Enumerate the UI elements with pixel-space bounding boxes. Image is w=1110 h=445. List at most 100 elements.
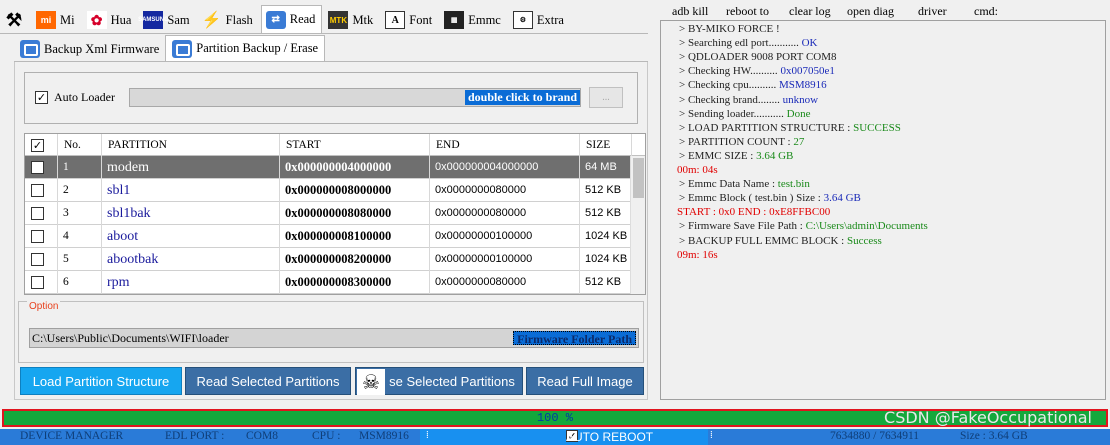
row-checkbox[interactable] (31, 161, 44, 174)
table-row[interactable]: 5 abootbak 0x000000008200000 0x000000001000… (25, 248, 645, 271)
tab-label: Extra (536, 12, 564, 27)
partition-name: sbl1 (102, 179, 280, 202)
table-row[interactable]: 2 sbl1 0x000000008000000 0x0000000080000 512… (25, 179, 645, 202)
loader-select-field[interactable]: double click to brand (129, 88, 581, 107)
tab-mi[interactable]: mi Mi (32, 7, 81, 33)
option-label: Option (27, 301, 61, 312)
driver-button[interactable]: driver (918, 4, 947, 19)
mi-icon: mi (36, 11, 56, 29)
column-header[interactable]: SIZE (580, 134, 632, 156)
tab-emmc[interactable]: ▦ Emmc (440, 7, 507, 33)
tab-tools[interactable]: ⚒ (0, 7, 30, 33)
cmd-button[interactable]: cmd: (974, 4, 998, 19)
log-label: > BY-MIKO FORCE ! (679, 23, 780, 35)
row-number: 4 (58, 225, 102, 248)
row-select-cell[interactable] (25, 271, 58, 294)
partition-start: 0x000000008300000 (280, 271, 430, 294)
log-line: > Sending loader........... Done (679, 108, 810, 120)
row-select-cell[interactable] (25, 202, 58, 225)
log-line: > Checking brand........ unknow (679, 94, 818, 106)
row-checkbox[interactable] (31, 230, 44, 243)
erase-selected-partitions-button[interactable]: ☠ se Selected Partitions (355, 367, 523, 395)
partition-name: rpm (102, 271, 280, 294)
tab-huawei[interactable]: ✿ Hua (83, 7, 138, 33)
tab-read[interactable]: ⇄ Read (260, 5, 323, 33)
auto-loader-toggle[interactable]: ✓ Auto Loader (35, 90, 115, 105)
tab-font[interactable]: A Font (381, 7, 438, 33)
tab-mtk[interactable]: MTK Mtk (324, 7, 379, 33)
log-label: > Checking HW.......... (679, 65, 778, 78)
column-header[interactable]: START (280, 134, 430, 156)
tab-extra[interactable]: ⚙ Extra (509, 7, 570, 33)
row-checkbox[interactable] (31, 207, 44, 220)
table-row[interactable]: 4 aboot 0x000000008100000 0x00000000100000 1… (25, 225, 645, 248)
row-select-cell[interactable] (25, 225, 58, 248)
firmware-path-field[interactable]: C:\Users\Public\Documents\WIFI\loader Fi… (29, 328, 639, 348)
row-select-cell[interactable] (25, 248, 58, 271)
row-select-cell[interactable] (25, 179, 58, 202)
edl-port-label: EDL PORT : (165, 430, 225, 442)
tab-flash[interactable]: ⚡ Flash (198, 7, 259, 33)
partition-size: 64 MB (580, 156, 632, 179)
select-all-checkbox[interactable]: ✓ (31, 138, 44, 152)
brand-hint[interactable]: double click to brand (464, 90, 580, 105)
table-row[interactable]: 3 sbl1bak 0x000000008080000 0x0000000080000… (25, 202, 645, 225)
row-select-cell[interactable] (25, 156, 58, 179)
partition-name: modem (102, 156, 280, 179)
open-diag-button[interactable]: open diag (847, 4, 894, 19)
log-value: 27 (793, 135, 805, 148)
column-header[interactable]: No. (58, 134, 102, 156)
erase-label: se Selected Partitions (389, 374, 515, 389)
device-manager-link[interactable]: DEVICE MANAGER (20, 430, 123, 442)
log-value: C:\Users\admin\Documents (805, 220, 928, 233)
column-header[interactable]: PARTITION (102, 134, 280, 156)
reboot-to-button[interactable]: reboot to (726, 4, 769, 19)
firmware-folder-path-button[interactable]: Firmware Folder Path (513, 331, 636, 346)
edl-port-value: COM8 (246, 430, 278, 442)
tab-samsung[interactable]: SAMSUNG Sam (138, 7, 195, 33)
log-value: 00m: 04s (677, 164, 718, 176)
partition-table: ✓ No. PARTITION START END SIZE 1 modem 0x0… (24, 133, 646, 295)
adb-kill-button[interactable]: adb kill (672, 4, 708, 19)
log-line: > Emmc Data Name : test.bin (679, 178, 810, 190)
log-line: 09m: 16s (677, 249, 718, 261)
row-checkbox[interactable] (31, 184, 44, 197)
row-checkbox[interactable] (31, 276, 44, 289)
read-selected-partitions-button[interactable]: Read Selected Partitions (185, 367, 351, 395)
skull-icon: ☠ (357, 369, 385, 395)
partition-size: 1024 KB (580, 248, 632, 271)
read-full-image-button[interactable]: Read Full Image (526, 367, 644, 395)
row-checkbox[interactable] (31, 253, 44, 266)
table-row[interactable]: 6 rpm 0x000000008300000 0x0000000080000 512 … (25, 271, 645, 294)
log-line: > QDLOADER 9008 PORT COM8 (679, 51, 837, 63)
load-partition-structure-button[interactable]: Load Partition Structure (20, 367, 182, 395)
auto-loader-checkbox[interactable]: ✓ (35, 91, 48, 104)
log-line: > Firmware Save File Path : C:\Users\adm… (679, 220, 928, 232)
mtk-icon: MTK (328, 11, 349, 29)
tab-label: Mtk (352, 12, 374, 27)
status-bar: DEVICE MANAGER EDL PORT : COM8 CPU : MSM… (0, 429, 1110, 445)
log-line: > BY-MIKO FORCE ! (679, 23, 780, 35)
row-number: 3 (58, 202, 102, 225)
table-row[interactable]: 1 modem 0x000000004000000 0x000000004000000… (25, 156, 645, 179)
clear-log-button[interactable]: clear log (789, 4, 831, 19)
log-value: test.bin (777, 178, 810, 191)
log-value: 09m: 16s (677, 248, 718, 261)
backup-icon (20, 40, 40, 58)
cpu-value: MSM8916 (359, 430, 409, 442)
log-value: Done (786, 107, 811, 120)
table-scrollbar[interactable] (630, 156, 645, 294)
loader-browse-button[interactable]: ... (589, 87, 623, 108)
select-all-column[interactable]: ✓ (25, 134, 58, 156)
tab-partition-backup-erase[interactable]: Partition Backup / Erase (165, 35, 326, 61)
log-label: > Emmc Data Name : (679, 178, 776, 191)
column-header[interactable]: END (430, 134, 580, 156)
log-value: 3.64 GB (756, 149, 794, 162)
tab-backup-xml-firmware[interactable]: Backup Xml Firmware (14, 37, 165, 61)
scroll-thumb[interactable] (633, 158, 644, 198)
partition-start: 0x000000008000000 (280, 179, 430, 202)
log-value: START : 0x0 END : 0xE8FFBC00 (677, 206, 831, 219)
auto-loader-label: Auto Loader (54, 90, 115, 104)
partition-end: 0x0000000080000 (430, 202, 580, 225)
log-line: 00m: 04s (677, 164, 718, 176)
